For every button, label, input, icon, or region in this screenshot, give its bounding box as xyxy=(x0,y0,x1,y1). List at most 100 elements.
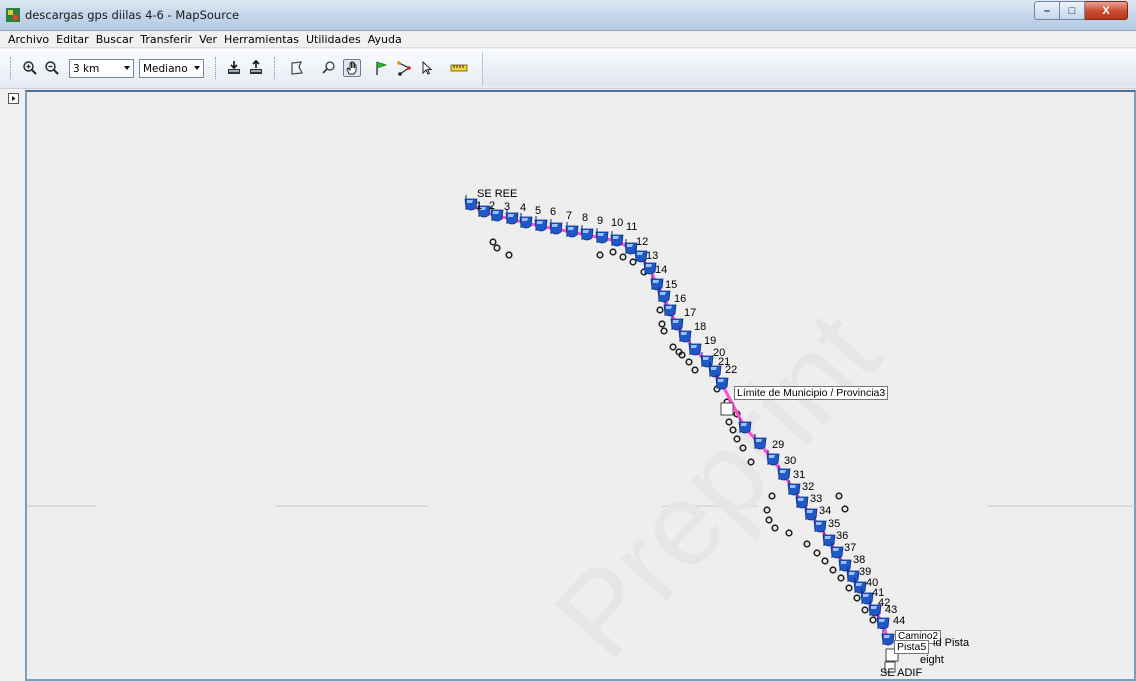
trail-point xyxy=(821,557,829,565)
trail-point xyxy=(629,258,637,266)
trail-point xyxy=(869,616,877,624)
waypoint-label[interactable]: 17 xyxy=(684,307,696,319)
menu-utilidades[interactable]: Utilidades xyxy=(303,33,365,46)
waypoint-label[interactable]: 33 xyxy=(810,493,822,505)
waypoint-marker[interactable] xyxy=(534,216,548,232)
waypoint-marker[interactable] xyxy=(595,228,609,244)
trail-point xyxy=(813,549,821,557)
waypoint-label[interactable]: 30 xyxy=(784,455,796,467)
send-to-device-icon[interactable] xyxy=(247,59,265,77)
map-canvas[interactable]: Preprint xyxy=(27,92,1135,681)
receive-from-device-icon[interactable] xyxy=(225,59,243,77)
map-tool-icon[interactable] xyxy=(288,59,306,77)
waypoint-label[interactable]: 15 xyxy=(665,279,677,291)
toolbar: 3 km Mediano xyxy=(0,49,1136,89)
title-bar: descargas gps diilas 4-6 - MapSource – □… xyxy=(0,0,1136,31)
trail-point xyxy=(771,524,779,532)
trail-point xyxy=(609,248,617,256)
selection-arrow-icon[interactable] xyxy=(418,59,436,77)
maximize-button[interactable]: □ xyxy=(1060,1,1085,20)
hand-pan-tool-icon[interactable] xyxy=(343,59,361,77)
trail-point xyxy=(619,253,627,261)
waypoint-label[interactable]: 6 xyxy=(550,206,556,218)
menu-transferir[interactable]: Transferir xyxy=(137,33,196,46)
waypoint-label[interactable]: 37 xyxy=(844,542,856,554)
waypoint-label[interactable]: 16 xyxy=(674,293,686,305)
toolbar-grip[interactable] xyxy=(215,57,218,79)
waypoint-marker[interactable] xyxy=(881,630,895,646)
window-controls: – □ X xyxy=(1034,1,1128,20)
menu-buscar[interactable]: Buscar xyxy=(93,33,138,46)
scale-select[interactable]: 3 km xyxy=(69,59,134,78)
zoom-out-icon[interactable] xyxy=(43,59,61,77)
detail-select[interactable]: Mediano xyxy=(139,59,204,78)
height-label[interactable]: eight xyxy=(920,654,944,666)
trail-point xyxy=(656,306,664,314)
trail-point xyxy=(660,327,668,335)
menu-herramientas[interactable]: Herramientas xyxy=(221,33,303,46)
mapsource-app-icon[interactable] xyxy=(6,8,20,22)
close-button[interactable]: X xyxy=(1085,1,1128,20)
waypoint-label[interactable]: 35 xyxy=(828,518,840,530)
waypoint-label[interactable]: 2 xyxy=(489,200,495,212)
waypoint-label[interactable]: 14 xyxy=(655,264,667,276)
waypoint-label[interactable]: 7 xyxy=(566,210,572,222)
trail-point xyxy=(493,244,501,252)
waypoint-label[interactable]: 44 xyxy=(893,615,905,627)
trail-point xyxy=(837,574,845,582)
waypoint-label[interactable]: 34 xyxy=(819,505,831,517)
waypoint-label[interactable]: 4 xyxy=(520,202,526,214)
boundary-label[interactable]: Límite de Municipio / Provincia3 xyxy=(734,386,889,400)
waypoint-label[interactable]: 9 xyxy=(597,215,603,227)
menu-ayuda[interactable]: Ayuda xyxy=(365,33,406,46)
waypoint-label-se-adif[interactable]: SE ADIF xyxy=(880,667,922,679)
pista-name-label[interactable]: id Pista xyxy=(933,637,969,649)
toolbar-grip[interactable] xyxy=(274,57,277,79)
waypoint-label[interactable]: 10 xyxy=(611,217,623,229)
toolbar-grip[interactable] xyxy=(10,57,13,79)
trail-point xyxy=(658,320,666,328)
waypoint-label[interactable]: 32 xyxy=(802,481,814,493)
chevron-down-icon xyxy=(194,66,200,70)
trail-point xyxy=(841,505,849,513)
trail-point xyxy=(835,492,843,500)
map-view[interactable]: Preprint 1 2 3 4 5 6 7 8 9 10 11 12 13 14 15 16 17 18 19 20… xyxy=(27,92,1135,681)
waypoint-flag-tool-icon[interactable] xyxy=(372,59,390,77)
waypoint-label[interactable]: 22 xyxy=(725,364,737,376)
waypoint-label[interactable]: 13 xyxy=(646,250,658,262)
waypoint-marker[interactable] xyxy=(700,352,714,368)
minimize-button[interactable]: – xyxy=(1034,1,1060,20)
waypoint-marker[interactable] xyxy=(610,231,624,247)
waypoint-label[interactable]: 31 xyxy=(793,469,805,481)
waypoint-label[interactable]: 12 xyxy=(636,236,648,248)
waypoint-label[interactable]: 5 xyxy=(535,205,541,217)
waypoint-marker[interactable] xyxy=(549,219,563,235)
route-tool-icon[interactable] xyxy=(395,59,413,77)
waypoint-label[interactable]: 11 xyxy=(626,221,637,233)
waypoint-marker[interactable] xyxy=(519,213,533,229)
menu-editar[interactable]: Editar xyxy=(53,33,93,46)
waypoint-label[interactable]: 29 xyxy=(772,439,784,451)
zoom-tool-icon[interactable] xyxy=(320,59,338,77)
trail-point xyxy=(669,343,677,351)
toolbar-empty-area xyxy=(482,52,1136,86)
waypoint-label[interactable]: 38 xyxy=(853,554,865,566)
menu-archivo[interactable]: Archivo xyxy=(5,33,53,46)
trail-point xyxy=(803,540,811,548)
pista-label[interactable]: Pista5 xyxy=(894,640,930,654)
waypoint-label-se-ree[interactable]: SE REE xyxy=(477,188,517,200)
trail-point xyxy=(829,566,837,574)
waypoint-label[interactable]: 19 xyxy=(704,335,716,347)
waypoint-label[interactable]: 36 xyxy=(836,530,848,542)
expand-panel-button[interactable] xyxy=(8,93,19,104)
waypoint-label[interactable]: 1 xyxy=(476,200,482,212)
waypoint-label[interactable]: 3 xyxy=(504,201,510,213)
waypoint-label[interactable]: 8 xyxy=(582,212,588,224)
waypoint-marker[interactable] xyxy=(565,222,579,238)
waypoint-marker[interactable] xyxy=(580,225,594,241)
measure-ruler-icon[interactable] xyxy=(450,59,468,77)
menu-ver[interactable]: Ver xyxy=(196,33,221,46)
trail-point xyxy=(489,238,497,246)
waypoint-label[interactable]: 18 xyxy=(694,321,706,333)
zoom-in-icon[interactable] xyxy=(21,59,39,77)
